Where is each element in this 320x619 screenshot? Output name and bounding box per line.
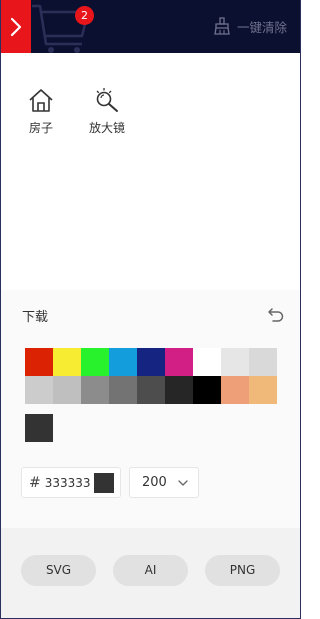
- color-swatch[interactable]: [249, 348, 277, 376]
- color-swatch[interactable]: [53, 376, 81, 404]
- current-color-swatch[interactable]: [25, 414, 53, 442]
- color-swatch[interactable]: [25, 376, 53, 404]
- hex-color-field: #: [21, 467, 121, 498]
- color-swatch[interactable]: [53, 348, 81, 376]
- undo-icon: [268, 308, 284, 322]
- size-select[interactable]: 200: [129, 467, 199, 498]
- color-swatch[interactable]: [249, 376, 277, 404]
- clear-all-label: 一键清除: [236, 19, 287, 35]
- magnifier-icon: [96, 88, 118, 112]
- download-ai-button[interactable]: AI: [113, 555, 188, 586]
- icon-list: 房子 放大镜: [22, 87, 126, 136]
- color-swatch[interactable]: [109, 348, 137, 376]
- icon-item-magnifier[interactable]: 放大镜: [88, 87, 126, 136]
- hex-color-input[interactable]: [44, 475, 91, 490]
- house-icon: [29, 89, 53, 112]
- color-swatch[interactable]: [193, 348, 221, 376]
- format-bar: SVG AI PNG: [1, 528, 300, 618]
- color-swatch[interactable]: [193, 376, 221, 404]
- color-swatch[interactable]: [81, 376, 109, 404]
- cart-count-badge: 2: [75, 6, 94, 25]
- icon-item-house[interactable]: 房子: [22, 87, 60, 136]
- broom-icon: [214, 17, 230, 35]
- color-swatch[interactable]: [165, 348, 193, 376]
- size-value: 200: [142, 475, 167, 490]
- color-swatch[interactable]: [81, 348, 109, 376]
- color-palette: [25, 348, 277, 404]
- undo-button[interactable]: [268, 307, 284, 326]
- download-title: 下载: [22, 310, 49, 325]
- collapse-panel-button[interactable]: [0, 0, 31, 53]
- color-swatch[interactable]: [221, 376, 249, 404]
- download-png-button[interactable]: PNG: [205, 555, 280, 586]
- color-swatch[interactable]: [137, 376, 165, 404]
- color-swatch[interactable]: [165, 376, 193, 404]
- download-svg-button[interactable]: SVG: [21, 555, 96, 586]
- icon-item-label: 放大镜: [88, 121, 125, 135]
- download-panel: 下载 # 200: [1, 290, 300, 528]
- icon-item-label: 房子: [28, 121, 53, 135]
- chevron-down-icon: [178, 480, 188, 486]
- color-swatch[interactable]: [221, 348, 249, 376]
- chevron-right-icon: [10, 17, 21, 36]
- header-bar: 2 一键清除: [0, 0, 301, 53]
- color-swatch[interactable]: [137, 348, 165, 376]
- hex-color-preview[interactable]: [94, 473, 114, 493]
- color-swatch[interactable]: [25, 348, 53, 376]
- color-swatch[interactable]: [109, 376, 137, 404]
- clear-all-button[interactable]: 一键清除: [213, 15, 287, 37]
- hex-prefix: #: [29, 474, 41, 491]
